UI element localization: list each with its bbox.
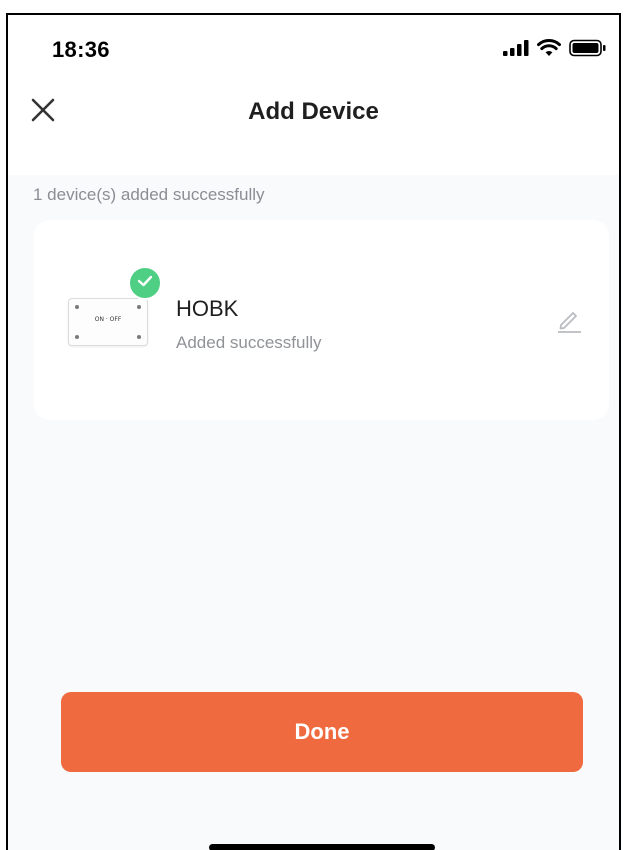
page-title: Add Device <box>248 98 379 125</box>
done-button[interactable]: Done <box>61 692 583 772</box>
device-status: Added successfully <box>176 333 322 352</box>
edit-name-button[interactable] <box>555 308 583 336</box>
added-summary: 1 device(s) added successfully <box>33 185 265 204</box>
cellular-signal-icon <box>503 39 529 61</box>
thumbnail-label: ON · OFF <box>94 316 122 323</box>
status-icons <box>503 38 607 62</box>
battery-icon <box>569 39 607 62</box>
home-indicator <box>209 844 435 850</box>
check-icon <box>137 274 153 292</box>
status-time: 18:36 <box>52 37 110 62</box>
header: 18:36 Add Device <box>8 15 619 175</box>
device-card[interactable]: ON · OFF HOBK Added successfully <box>34 220 609 420</box>
device-thumbnail: ON · OFF <box>68 298 148 346</box>
app-screen: 18:36 Add Device 1 device(s) added succe… <box>6 13 621 850</box>
pencil-icon <box>556 307 582 338</box>
device-name: HOBK <box>176 296 239 321</box>
wifi-icon <box>537 38 561 62</box>
success-badge <box>128 266 162 300</box>
